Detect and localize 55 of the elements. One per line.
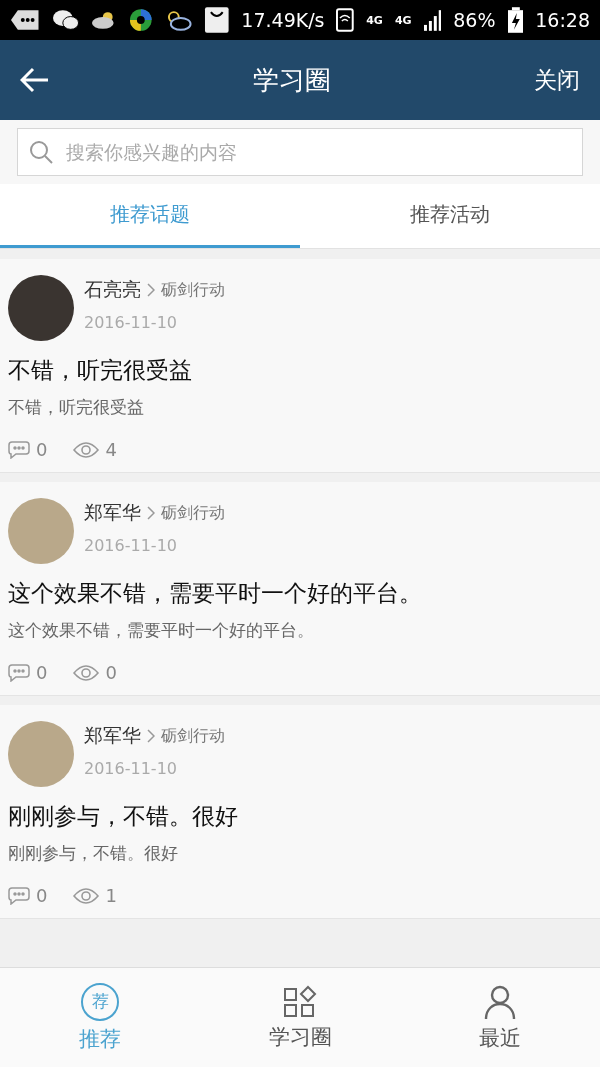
post-body: 刚刚参与，不错。很好	[8, 842, 179, 865]
page-title: 学习圈	[253, 63, 331, 97]
view-count: 4	[105, 439, 117, 460]
back-arrow-icon[interactable]	[20, 67, 50, 93]
more-icon	[10, 9, 40, 31]
post-title: 不错，听完很受益	[8, 356, 193, 385]
chevron-icon	[147, 729, 155, 743]
comment-count: 0	[36, 439, 48, 460]
network-type: 4G	[366, 13, 383, 27]
recommend-icon: 荐	[81, 982, 119, 1021]
tab[interactable]: 推荐活动	[300, 184, 600, 248]
comment-icon	[8, 663, 30, 682]
chat-icon	[51, 9, 80, 31]
comment-icon	[8, 440, 30, 459]
eye-icon	[73, 664, 100, 681]
group-name: 砺剑行动	[161, 279, 225, 301]
group-name: 砺剑行动	[161, 725, 225, 747]
post-title: 这个效果不错，需要平时一个好的平台。	[8, 579, 423, 608]
signal-icon	[423, 9, 442, 31]
search-field[interactable]: 搜索你感兴趣的内容	[17, 128, 583, 176]
view-count: 1	[105, 885, 117, 906]
battery-percent: 86%	[453, 9, 496, 31]
grid-icon	[283, 984, 317, 1019]
eye-icon	[73, 887, 100, 904]
comment-icon	[8, 886, 30, 905]
post-card[interactable]: 石亮亮 砺剑行动 2016-11-10 不错，听完很受益 不错，听完很受益 0 4	[0, 259, 600, 473]
network-speed: 17.49K/s	[241, 9, 325, 31]
post-body: 这个效果不错，需要平时一个好的平台。	[8, 619, 315, 642]
clock: 16:28	[535, 9, 590, 31]
nav-item[interactable]: 最近	[400, 968, 600, 1067]
person-icon	[483, 983, 517, 1020]
eye-icon	[73, 441, 100, 458]
post-body: 不错，听完很受益	[8, 396, 145, 419]
shopping-bag-icon	[203, 6, 230, 34]
comment-count: 0	[36, 885, 48, 906]
chevron-icon	[147, 283, 155, 297]
close-button[interactable]: 关闭	[534, 64, 580, 96]
comment-count: 0	[36, 662, 48, 683]
author-name: 石亮亮	[84, 277, 141, 302]
post-title: 刚刚参与，不错。很好	[8, 802, 239, 831]
nav-item[interactable]: 学习圈	[200, 968, 400, 1067]
colorful-circle-icon	[128, 8, 153, 32]
battery-icon	[507, 7, 524, 33]
chevron-icon	[147, 506, 155, 520]
group-name: 砺剑行动	[161, 502, 225, 524]
view-count: 0	[105, 662, 117, 683]
post-card[interactable]: 郑军华 砺剑行动 2016-11-10 这个效果不错，需要平时一个好的平台。 这个效果不错，需要平时一个好的平台。 0 0	[0, 482, 600, 696]
author-name: 郑军华	[84, 500, 141, 525]
author-name: 郑军华	[84, 723, 141, 748]
network-type: 4G	[394, 13, 412, 27]
post-date: 2016-11-10	[84, 536, 178, 555]
post-date: 2016-11-10	[84, 313, 178, 332]
post-date: 2016-11-10	[84, 759, 178, 778]
wifi-icon	[336, 8, 355, 32]
post-card[interactable]: 郑军华 砺剑行动 2016-11-10 刚刚参与，不错。很好 刚刚参与，不错。很好 0 1	[0, 705, 600, 919]
